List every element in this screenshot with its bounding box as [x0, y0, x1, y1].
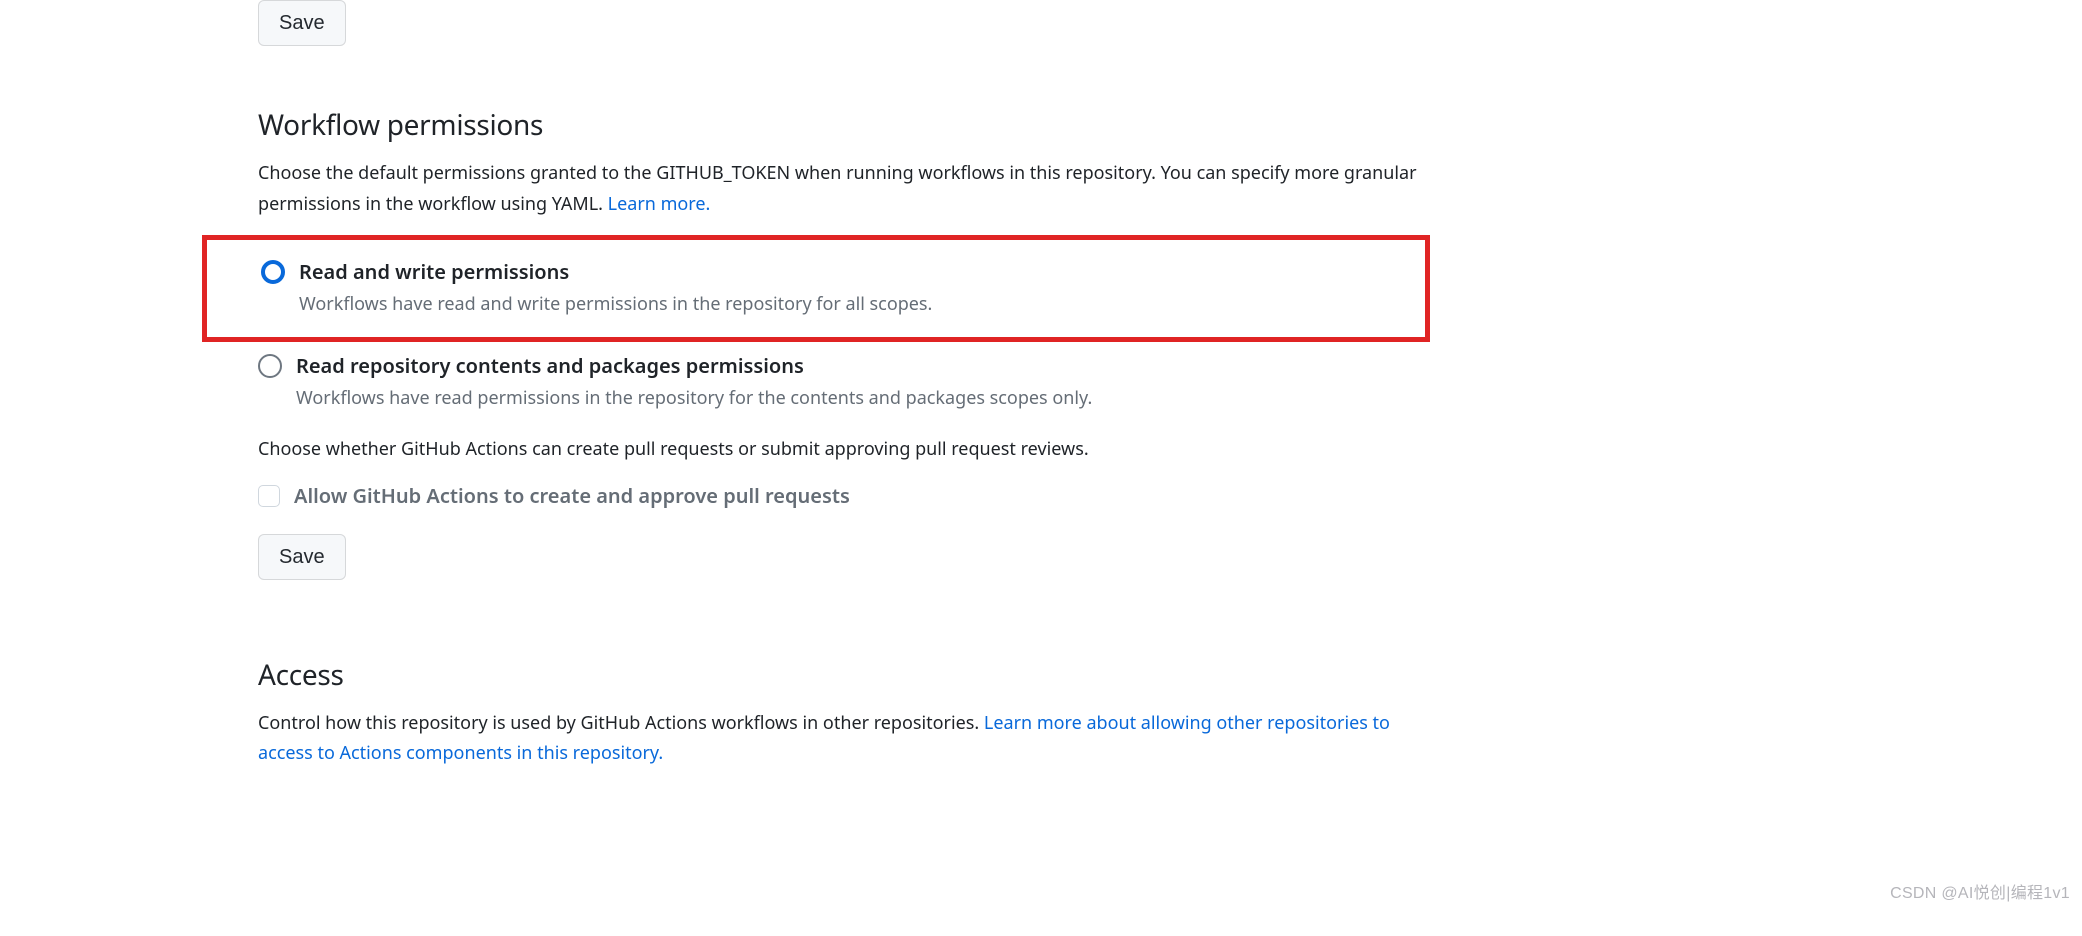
access-heading: Access [258, 654, 1418, 696]
learn-more-workflow-link[interactable]: Learn more. [608, 192, 711, 216]
allow-pr-checkbox-row[interactable]: Allow GitHub Actions to create and appro… [258, 482, 1418, 510]
radio-selected-icon [261, 260, 285, 284]
workflow-intro-text: Choose the default permissions granted t… [258, 161, 1417, 216]
option2-desc: Workflows have read permissions in the r… [296, 384, 1092, 413]
radio-option-read-only[interactable]: Read repository contents and packages pe… [258, 352, 1418, 413]
pr-permissions-intro: Choose whether GitHub Actions can create… [258, 435, 1418, 464]
watermark-text: CSDN @AI悦创|编程1v1 [1890, 882, 2070, 906]
highlighted-option-box: Read and write permissions Workflows hav… [202, 235, 1430, 342]
access-intro: Control how this repository is used by G… [258, 708, 1418, 769]
option1-label: Read and write permissions [299, 258, 932, 286]
workflow-permissions-heading: Workflow permissions [258, 104, 1418, 146]
option1-desc: Workflows have read and write permission… [299, 290, 932, 319]
radio-unselected-icon [258, 354, 282, 378]
save-button-workflow[interactable]: Save [258, 534, 346, 580]
save-button-top[interactable]: Save [258, 0, 346, 46]
allow-pr-checkbox-label: Allow GitHub Actions to create and appro… [294, 482, 850, 510]
option2-label: Read repository contents and packages pe… [296, 352, 1092, 380]
workflow-permissions-intro: Choose the default permissions granted t… [258, 158, 1418, 219]
access-intro-text: Control how this repository is used by G… [258, 711, 984, 735]
checkbox-unchecked-icon [258, 485, 280, 507]
radio-option-read-write[interactable]: Read and write permissions Workflows hav… [261, 258, 1407, 319]
